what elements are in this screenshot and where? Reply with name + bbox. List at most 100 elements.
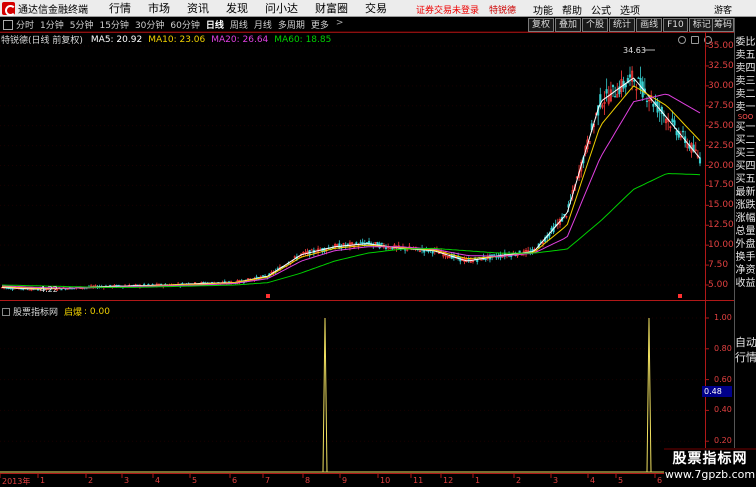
candle-body bbox=[484, 258, 487, 261]
sidepanel-item[interactable]: 卖四 bbox=[735, 62, 756, 75]
x-axis-label: 9 bbox=[342, 476, 348, 485]
candle-body bbox=[611, 84, 615, 88]
sidepanel-small-label: SOO bbox=[737, 114, 754, 121]
x-axis-label: 10 bbox=[380, 476, 391, 485]
x-axis-label: 3 bbox=[124, 476, 130, 485]
watermark-url: www.7gpzb.com bbox=[664, 468, 756, 481]
x-axis-label: 5 bbox=[192, 476, 198, 485]
indicator-label: 启爆 bbox=[64, 308, 83, 318]
sidepanel-item[interactable]: 换手 bbox=[735, 251, 756, 264]
sidepanel-item[interactable]: 涨幅 bbox=[735, 212, 756, 225]
price-axis-label: 25.00 bbox=[708, 120, 734, 131]
indicator-axis-label: 1.00 bbox=[714, 313, 732, 322]
sidepanel-item[interactable]: 买二 bbox=[735, 134, 756, 147]
watermark: 股票指标网 www.7gpzb.com bbox=[664, 448, 756, 487]
indicator-name[interactable]: 股票指标网 bbox=[13, 305, 58, 318]
candle-body bbox=[346, 243, 349, 245]
price-axis-label: 10.00 bbox=[708, 240, 734, 251]
price-axis-label: 27.50 bbox=[708, 100, 734, 111]
sidepanel-item[interactable]: 涨跌 bbox=[735, 199, 756, 212]
sidepanel-item[interactable]: 收益 bbox=[735, 277, 756, 290]
x-axis-label: 11 bbox=[413, 476, 424, 485]
sidepanel-item[interactable]: 买五 bbox=[735, 173, 756, 186]
candle-body bbox=[60, 288, 63, 291]
price-axis-label: 30.00 bbox=[708, 80, 734, 91]
indicator-axis-label: 0.20 bbox=[714, 436, 732, 446]
kline-chart[interactable] bbox=[0, 0, 734, 487]
candle-body bbox=[11, 288, 14, 290]
candle-body bbox=[637, 77, 640, 79]
price-axis-label: 17.50 bbox=[708, 180, 734, 191]
candle-body bbox=[673, 120, 676, 126]
event-marker bbox=[266, 294, 270, 298]
candle-body bbox=[423, 250, 426, 253]
sidepanel-bottom-item[interactable]: 行情 bbox=[735, 350, 756, 365]
x-axis-label: 6 bbox=[232, 476, 238, 485]
sidepanel-item[interactable]: 委比 bbox=[735, 36, 756, 49]
x-axis-label: 1 bbox=[475, 476, 481, 485]
x-axis-label: 8 bbox=[305, 476, 311, 485]
candle-body bbox=[359, 242, 362, 244]
candle-body bbox=[652, 103, 655, 107]
x-axis-label: 5 bbox=[618, 476, 624, 485]
candle-body bbox=[310, 249, 313, 251]
candle-body bbox=[675, 130, 678, 136]
candle-body bbox=[28, 289, 31, 291]
low-price-label: 4.22 bbox=[40, 285, 58, 294]
sidepanel-item[interactable]: 最新 bbox=[735, 186, 756, 199]
sidepanel-item[interactable]: 卖一 bbox=[735, 101, 756, 114]
candle-body bbox=[645, 100, 649, 103]
x-axis-label: 2013年 bbox=[2, 477, 31, 486]
candle-body bbox=[698, 157, 702, 164]
candle-body bbox=[261, 275, 265, 277]
price-axis-label: 32.50 bbox=[708, 60, 734, 71]
price-axis-label: 20.00 bbox=[708, 160, 734, 171]
x-axis-label: 6 bbox=[657, 476, 663, 485]
price-axis-label: 15.00 bbox=[708, 200, 734, 211]
candle-body bbox=[633, 79, 636, 82]
ma-line-ma60 bbox=[1, 172, 701, 288]
indicator-signal-spike bbox=[646, 317, 652, 473]
x-axis-label: 4 bbox=[590, 476, 596, 485]
sidepanel-item[interactable]: 卖三 bbox=[735, 75, 756, 88]
candle-body bbox=[467, 259, 470, 261]
candle-body bbox=[493, 254, 496, 256]
candle-body bbox=[605, 89, 608, 94]
candle-body bbox=[223, 281, 226, 283]
sidepanel-item[interactable]: 总量 bbox=[735, 225, 756, 238]
candle-body bbox=[476, 259, 479, 262]
candle-body bbox=[431, 251, 434, 254]
x-axis-label: 2 bbox=[88, 476, 94, 485]
indicator-axis-label: 0.40 bbox=[714, 405, 732, 415]
price-axis-label: 7.50 bbox=[708, 260, 729, 271]
x-axis-label: 7 bbox=[265, 476, 271, 485]
sidepanel-item[interactable]: 买一 bbox=[735, 121, 756, 134]
indicator-axis-label: 0.60 bbox=[714, 374, 732, 384]
watermark-title: 股票指标网 bbox=[672, 451, 748, 467]
sidepanel-item[interactable]: 卖五 bbox=[735, 49, 756, 62]
sidepanel-bottom-item[interactable]: 自动 bbox=[735, 335, 756, 350]
candle-body bbox=[380, 242, 383, 245]
x-axis-label: 3 bbox=[553, 476, 559, 485]
price-axis-label: 35.00 bbox=[708, 41, 734, 51]
x-axis-label: 1 bbox=[40, 476, 46, 485]
sidepanel-item[interactable]: 净资 bbox=[735, 264, 756, 277]
x-axis-label: 2 bbox=[516, 476, 522, 485]
indicator-current-value: 0.48 bbox=[702, 386, 732, 397]
indicator-legend: 股票指标网 启爆 : 0.00 bbox=[0, 305, 110, 318]
indicator-value: : 0.00 bbox=[84, 306, 110, 317]
x-axis-label: 12 bbox=[443, 476, 454, 485]
quote-sidepanel: 委比 卖五 卖四 卖三 卖二 卖一 SOO 买一 买二 买三 买四 买五 最新 涨跌 涨幅 总量 外盘 换手 净资收… bbox=[734, 18, 756, 487]
sidepanel-item[interactable]: 买三 bbox=[735, 147, 756, 160]
sidepanel-item[interactable]: 外盘 bbox=[735, 238, 756, 251]
candle-body bbox=[614, 96, 617, 98]
candle-body bbox=[628, 74, 632, 78]
x-axis-label: 4 bbox=[155, 476, 161, 485]
price-axis-label: 5.00 bbox=[708, 280, 729, 290]
price-axis-label: 12.50 bbox=[708, 220, 734, 231]
sidepanel-item[interactable]: 卖二 bbox=[735, 88, 756, 101]
sidepanel-item[interactable]: 买四 bbox=[735, 160, 756, 173]
high-price-label: 34.63 bbox=[623, 46, 646, 55]
indicator-signal-spike bbox=[322, 317, 328, 473]
indicator-icon[interactable] bbox=[2, 307, 10, 316]
